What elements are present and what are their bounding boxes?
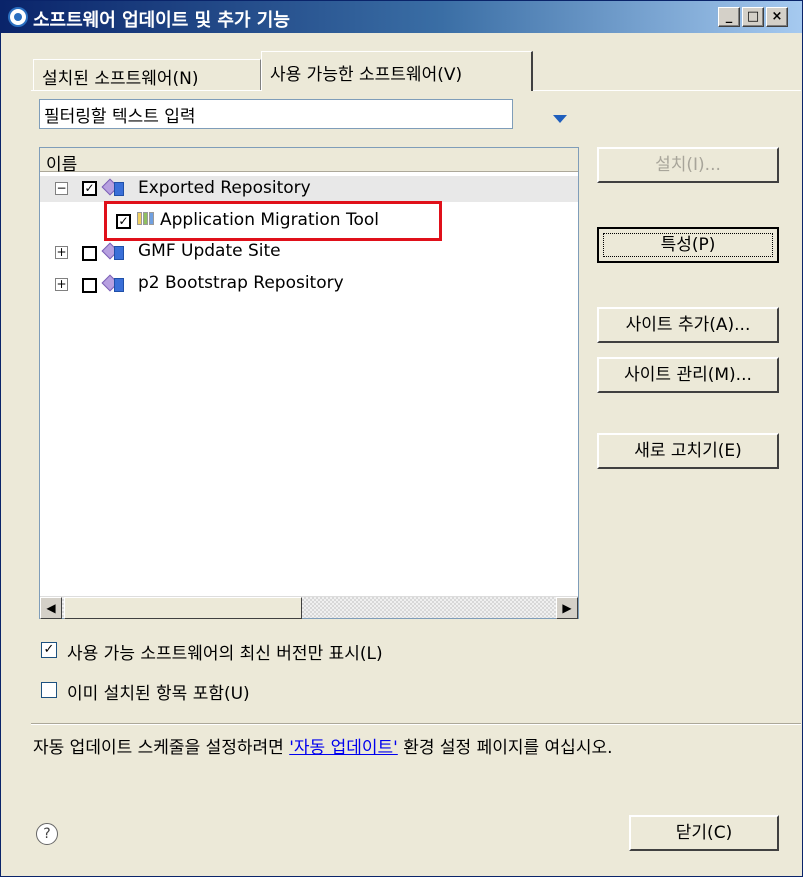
checkbox-p2-bootstrap-repository[interactable]: [82, 278, 97, 293]
add-site-button[interactable]: 사이트 추가(A)...: [597, 307, 779, 343]
refresh-button[interactable]: 새로 고치기(E): [597, 433, 779, 469]
maximize-button[interactable]: □: [742, 7, 764, 27]
auto-update-link[interactable]: '자동 업데이트': [289, 738, 398, 758]
separator: [31, 723, 801, 725]
scrollbar-thumb[interactable]: [64, 597, 302, 619]
filter-dropdown-icon[interactable]: [553, 115, 567, 123]
checkbox-exported-repository[interactable]: ✓: [82, 181, 97, 196]
window-title: 소프트웨어 업데이트 및 추가 기능: [33, 10, 290, 31]
repository-icon: [101, 242, 126, 261]
show-latest-label[interactable]: 사용 가능 소프트웨어의 최신 버전만 표시(L): [67, 639, 383, 664]
tab-available-software[interactable]: 사용 가능한 소프트웨어(V): [261, 51, 533, 91]
show-latest-checkbox[interactable]: ✓: [41, 642, 57, 658]
include-installed-label[interactable]: 이미 설치된 항목 포함(U): [67, 679, 250, 704]
focus-indicator: [603, 233, 773, 257]
install-button[interactable]: 설치(I)...: [597, 147, 779, 183]
tab-installed-software[interactable]: 설치된 소프트웨어(N): [33, 59, 261, 91]
include-installed-checkbox[interactable]: [41, 682, 57, 698]
properties-button[interactable]: 특성(P): [597, 227, 779, 263]
tree-row-label: Exported Repository: [138, 178, 311, 198]
info-prefix: 자동 업데이트 스케줄을 설정하려면: [33, 738, 290, 758]
scroll-right-icon[interactable]: ▶: [556, 597, 578, 619]
dialog-window: 소프트웨어 업데이트 및 추가 기능 _ □ × 설치된 소프트웨어(N) 사용…: [0, 0, 803, 877]
highlight-annotation: [104, 201, 442, 241]
column-header-name[interactable]: 이름: [40, 148, 578, 175]
close-button[interactable]: 닫기(C): [629, 815, 779, 851]
app-icon: [8, 7, 28, 27]
tree-row[interactable]: + p2 Bootstrap Repository: [40, 272, 578, 298]
info-suffix: 환경 설정 페이지를 여십시오.: [397, 738, 613, 758]
collapse-icon[interactable]: −: [55, 182, 68, 195]
tree-row-label: p2 Bootstrap Repository: [138, 273, 344, 293]
close-window-button[interactable]: ×: [766, 7, 788, 27]
repository-icon: [101, 274, 126, 293]
tree-row[interactable]: − ✓ Exported Repository: [40, 176, 578, 202]
filter-input[interactable]: 필터링할 텍스트 입력: [39, 99, 513, 129]
horizontal-scrollbar[interactable]: ◀ ▶: [40, 596, 578, 619]
tree-row-label: GMF Update Site: [138, 241, 281, 261]
manage-sites-button[interactable]: 사이트 관리(M)...: [597, 357, 779, 393]
title-bar[interactable]: 소프트웨어 업데이트 및 추가 기능 _ □ ×: [1, 1, 802, 33]
expand-icon[interactable]: +: [55, 246, 68, 259]
auto-update-info: 자동 업데이트 스케줄을 설정하려면 '자동 업데이트' 환경 설정 페이지를 …: [33, 733, 613, 758]
minimize-button[interactable]: _: [718, 7, 740, 27]
repository-icon: [101, 178, 126, 197]
expand-icon[interactable]: +: [55, 278, 68, 291]
help-icon[interactable]: ?: [36, 823, 58, 845]
scroll-left-icon[interactable]: ◀: [40, 597, 62, 619]
checkbox-gmf-update-site[interactable]: [82, 246, 97, 261]
tree-row[interactable]: + GMF Update Site: [40, 240, 578, 266]
